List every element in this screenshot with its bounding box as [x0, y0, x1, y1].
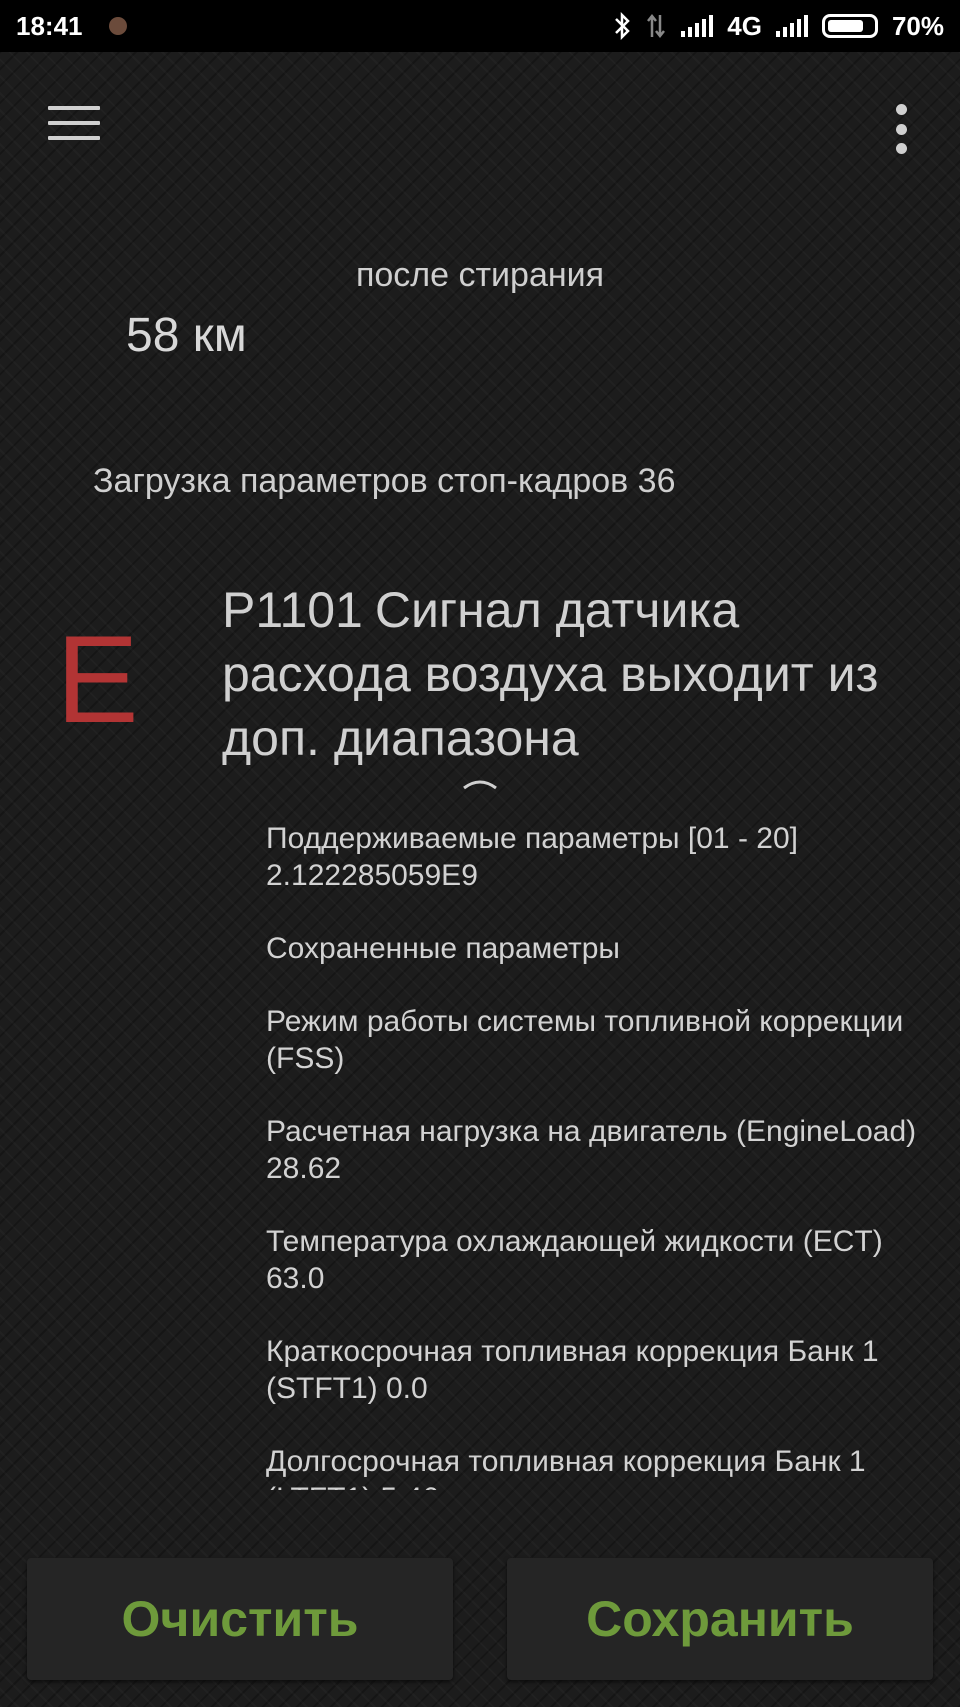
list-item: Краткосрочная топливная коррекция Банк 1… [266, 1335, 879, 1405]
list-item: Сохраненные параметры [266, 932, 620, 965]
more-vert-icon[interactable] [890, 104, 912, 154]
after-erase-label: после стирания [355, 256, 605, 294]
freeze-frame-params-list[interactable]: Поддерживаемые параметры [01 - 20] 2.122… [266, 820, 936, 1490]
signal-icon-2 [775, 15, 808, 37]
list-item: Температура охлаждающей жидкости (ECT) 6… [266, 1225, 883, 1295]
clear-button[interactable]: Очистить [27, 1558, 453, 1680]
status-time: 18:41 [16, 10, 83, 41]
signal-icon [681, 15, 714, 37]
dtc-status-letter: E [56, 611, 139, 749]
chevron-up-icon[interactable] [462, 774, 498, 792]
list-item: Долгосрочная топливная коррекция Банк 1 … [266, 1445, 866, 1490]
list-item: Режим работы системы топливной коррекции… [266, 1005, 904, 1075]
battery-icon [821, 14, 878, 38]
freeze-frame-load-label: Загрузка параметров стоп-кадров 36 [93, 462, 676, 500]
notification-icon [108, 17, 127, 35]
save-button[interactable]: Сохранить [507, 1558, 933, 1680]
list-item: Расчетная нагрузка на двигатель (EngineL… [266, 1115, 917, 1185]
network-type: 4G [727, 10, 762, 41]
list-item: Поддерживаемые параметры [01 - 20] 2.122… [266, 822, 798, 892]
hamburger-menu-icon[interactable] [48, 106, 100, 146]
mileage-value: 58 км [126, 309, 247, 362]
data-transfer-icon [647, 13, 666, 39]
status-bar: 18:41 4G 70% [0, 0, 960, 52]
dtc-code: P1101 [222, 582, 363, 638]
dtc-title: P1101 Сигнал датчика расхода воздуха выхо… [222, 578, 922, 770]
battery-level: 70% [891, 10, 944, 41]
bluetooth-icon [615, 12, 631, 40]
